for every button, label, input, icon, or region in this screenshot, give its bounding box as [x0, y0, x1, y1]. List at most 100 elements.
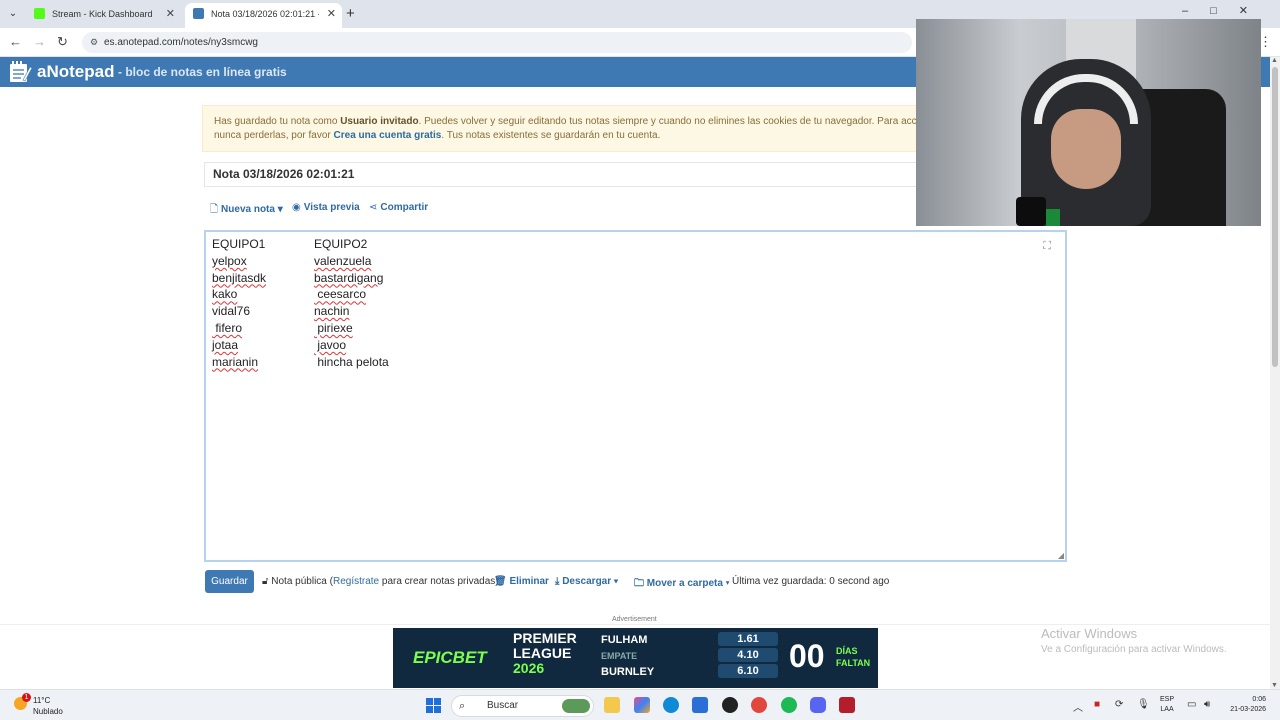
weather-text: 11°C Nublado: [33, 695, 63, 717]
windows-taskbar: 1 11°C Nublado ⌕ Buscar ︿ ■ ⟳ 🎙︎ ESP LAA ▭…: [0, 689, 1280, 720]
microphone-icon[interactable]: 🎙︎: [1137, 699, 1150, 710]
reload-icon[interactable]: ↻: [57, 34, 68, 50]
tray-sync-icon[interactable]: ⟳: [1115, 699, 1123, 710]
tab-close-icon[interactable]: ✕: [327, 3, 336, 25]
weather-condition: Nublado: [33, 707, 63, 716]
discord-icon[interactable]: [810, 697, 826, 713]
team1-player: yelpox: [212, 253, 247, 268]
spotify-icon[interactable]: [781, 697, 797, 713]
team1-player: kako: [212, 287, 238, 302]
team2-player: hincha pelota: [314, 354, 389, 369]
ad-teams: FULHAM EMPATE BURNLEY: [601, 632, 654, 680]
register-link[interactable]: Regístrate: [333, 576, 379, 587]
windows-activation-watermark: Activar Windows Ve a Configuración para …: [1041, 626, 1227, 655]
trash-icon: 🗑︎: [494, 576, 507, 587]
scroll-up-icon[interactable]: ▲: [1271, 57, 1278, 64]
new-note-dropdown[interactable]: 🗋 Nueva nota ▾: [210, 202, 283, 219]
resize-handle-icon[interactable]: ◢: [1058, 551, 1064, 560]
tab-close-icon[interactable]: ✕: [166, 3, 175, 25]
preview-label: Vista previa: [303, 202, 360, 213]
team1-player: fifero: [212, 320, 243, 335]
temperature: 11°C: [33, 696, 51, 705]
last-saved-text: Última vez guardada: 0 second ago: [732, 576, 890, 587]
language-indicator[interactable]: ESP LAA: [1160, 695, 1174, 715]
back-arrow-icon[interactable]: ←: [9, 34, 22, 49]
team1-player: jotaa: [212, 337, 239, 352]
webcam-microphone: [1016, 197, 1046, 226]
site-info-icon[interactable]: ⚙: [90, 32, 98, 53]
browser-tab-anotepad[interactable]: Nota 03/18/2026 02:01:21 - Bloc ✕: [185, 3, 342, 28]
language-code: ESP: [1160, 696, 1175, 703]
app-icon[interactable]: [839, 697, 855, 713]
fullscreen-expand-icon[interactable]: ⛶: [1043, 240, 1051, 253]
url-field[interactable]: ⚙ es.anotepad.com/notes/ny3smcwg: [82, 32, 912, 53]
download-dropdown[interactable]: ⤓ Descargar ▾: [555, 576, 618, 587]
team1-player: marianin: [212, 354, 259, 369]
forward-arrow-icon[interactable]: →: [33, 34, 46, 49]
file-explorer-icon[interactable]: [604, 697, 620, 713]
chrome-icon[interactable]: [751, 697, 767, 713]
tray-app-icon[interactable]: ■: [1094, 699, 1100, 710]
team2-player: ceesarco: [314, 287, 367, 302]
notepad-logo-icon[interactable]: [9, 61, 32, 83]
folder-icon: 🗀: [634, 578, 644, 589]
ad-league: PREMIER LEAGUE 2026: [513, 631, 588, 676]
copilot-icon[interactable]: [634, 697, 650, 713]
team2-player: piriexe: [314, 320, 353, 335]
notice-text: . Tus notas existentes se guardarán en t…: [441, 130, 661, 141]
note-title-input[interactable]: Nota 03/18/2026 02:01:21: [204, 162, 924, 187]
team1-header: EQUIPO1: [212, 237, 266, 251]
ad-odds: 1.61 4.10 6.10: [718, 632, 778, 680]
time: 0:06: [1252, 696, 1266, 703]
share-icon: ⋖: [369, 202, 378, 213]
kick-favicon-icon: [34, 8, 45, 19]
tray-overflow-icon[interactable]: ︿: [1073, 699, 1083, 714]
window-controls[interactable]: –□✕: [1182, 4, 1270, 17]
team1-player: benjitasdk: [212, 270, 267, 285]
browser-tab-kick[interactable]: Stream - Kick Dashboard ✕: [26, 3, 181, 28]
search-highlight-icon: [562, 699, 590, 713]
windows-start-icon[interactable]: [426, 698, 441, 713]
share-label: Compartir: [380, 202, 429, 213]
delete-button[interactable]: 🗑︎ Eliminar: [494, 576, 549, 587]
public-note-status: 🔓︎ Nota pública (Regístrate para crear n…: [262, 576, 499, 587]
ad-days-label: DÍAS FALTAN: [836, 645, 870, 669]
notice-guest-label: Usuario invitado: [340, 116, 419, 127]
clock[interactable]: 0:06 21-03-2026: [1226, 695, 1266, 715]
share-button[interactable]: ⋖ Compartir: [369, 202, 428, 213]
note-editor[interactable]: ⛶ EQUIPO1 EQUIPO2 yelpox valenzuela benjit…: [204, 230, 1067, 562]
ad-odd: 1.61: [718, 632, 778, 646]
public-note-text: para crear notas privadas): [379, 576, 499, 587]
store-icon[interactable]: [692, 697, 708, 713]
save-button[interactable]: Guardar: [205, 570, 254, 593]
new-note-label: Nueva nota: [221, 204, 275, 215]
webcam-green-light: [1046, 209, 1060, 226]
edge-icon[interactable]: [663, 697, 679, 713]
preview-button[interactable]: ◉ Vista previa: [292, 202, 360, 213]
new-tab-plus-icon[interactable]: +: [346, 5, 355, 23]
download-label: Descargar: [562, 576, 612, 587]
network-icon[interactable]: ▭: [1187, 699, 1196, 710]
divider: [0, 624, 1270, 625]
brand-name[interactable]: aNotepad: [37, 62, 114, 82]
eye-icon: ◉: [292, 202, 301, 213]
page-scrollbar[interactable]: ▲ ▼: [1270, 57, 1280, 689]
site-tagline: - bloc de notas en línea gratis: [118, 65, 287, 79]
activation-subtitle: Ve a Configuración para activar Windows.: [1041, 644, 1227, 655]
notice-text: Has guardado tu nota como: [214, 116, 341, 127]
move-folder-dropdown[interactable]: 🗀 Mover a carpeta ▾: [634, 576, 729, 593]
ad-brand: EPICBET: [413, 648, 487, 667]
ad-odd: 6.10: [718, 664, 778, 678]
team2-player: valenzuela: [314, 253, 372, 268]
volume-icon[interactable]: 🔊︎: [1204, 699, 1210, 710]
taskbar-search[interactable]: ⌕ Buscar: [451, 695, 594, 717]
tab-search-chevron-icon[interactable]: ⌄: [4, 5, 22, 23]
notification-badge: 1: [22, 693, 31, 702]
team2-player: bastardigang: [314, 270, 384, 285]
scrollbar-thumb[interactable]: [1272, 67, 1278, 367]
advertisement-banner[interactable]: EPICBET PREMIER LEAGUE 2026 FULHAM EMPATE…: [393, 628, 878, 688]
scroll-down-icon[interactable]: ▼: [1271, 682, 1278, 689]
obs-icon[interactable]: [722, 697, 738, 713]
create-account-link[interactable]: Crea una cuenta gratis: [334, 130, 442, 141]
notice-text: . Puedes volver y seguir editando tus no…: [418, 116, 922, 127]
